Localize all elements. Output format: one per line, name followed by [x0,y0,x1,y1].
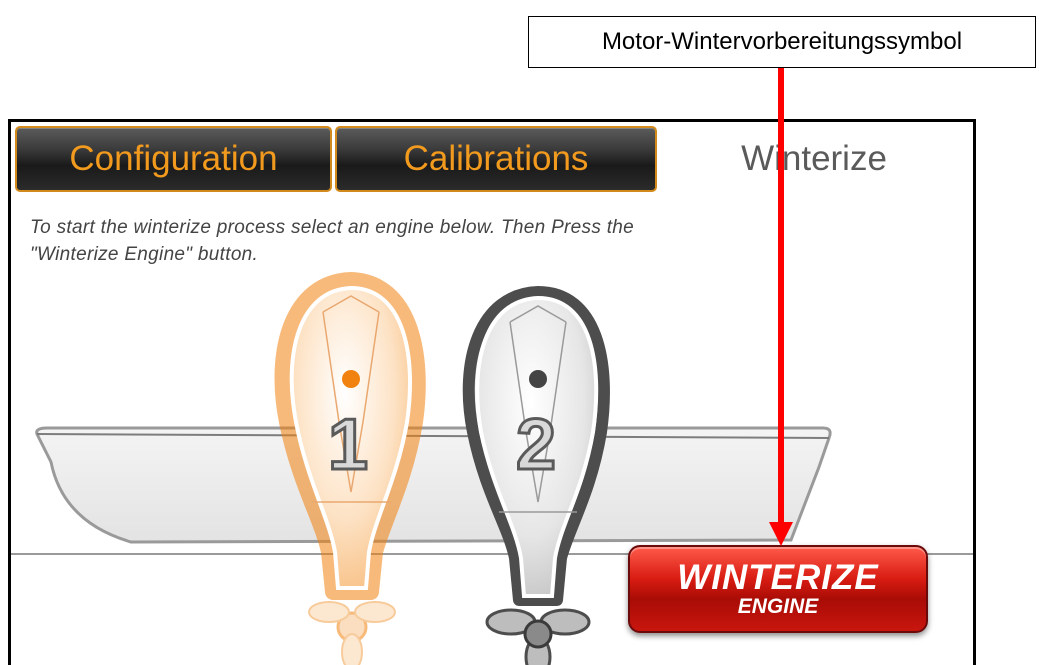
engine-1-propeller-icon [308,601,396,665]
engine-2-propeller-icon [485,608,591,665]
engine-winterize-callout: Motor-Wintervorbereitungssymbol [528,16,1036,68]
winterize-screen: Configuration Calibrations Winterize To … [8,119,976,665]
engine-1-number: 1 [326,404,369,487]
winterize-engine-button[interactable]: WINTERIZE ENGINE [628,545,928,633]
winterize-button-label: WINTERIZE [677,558,879,597]
engine-2-number: 2 [514,404,557,487]
winterize-button-sublabel: ENGINE [737,595,819,618]
